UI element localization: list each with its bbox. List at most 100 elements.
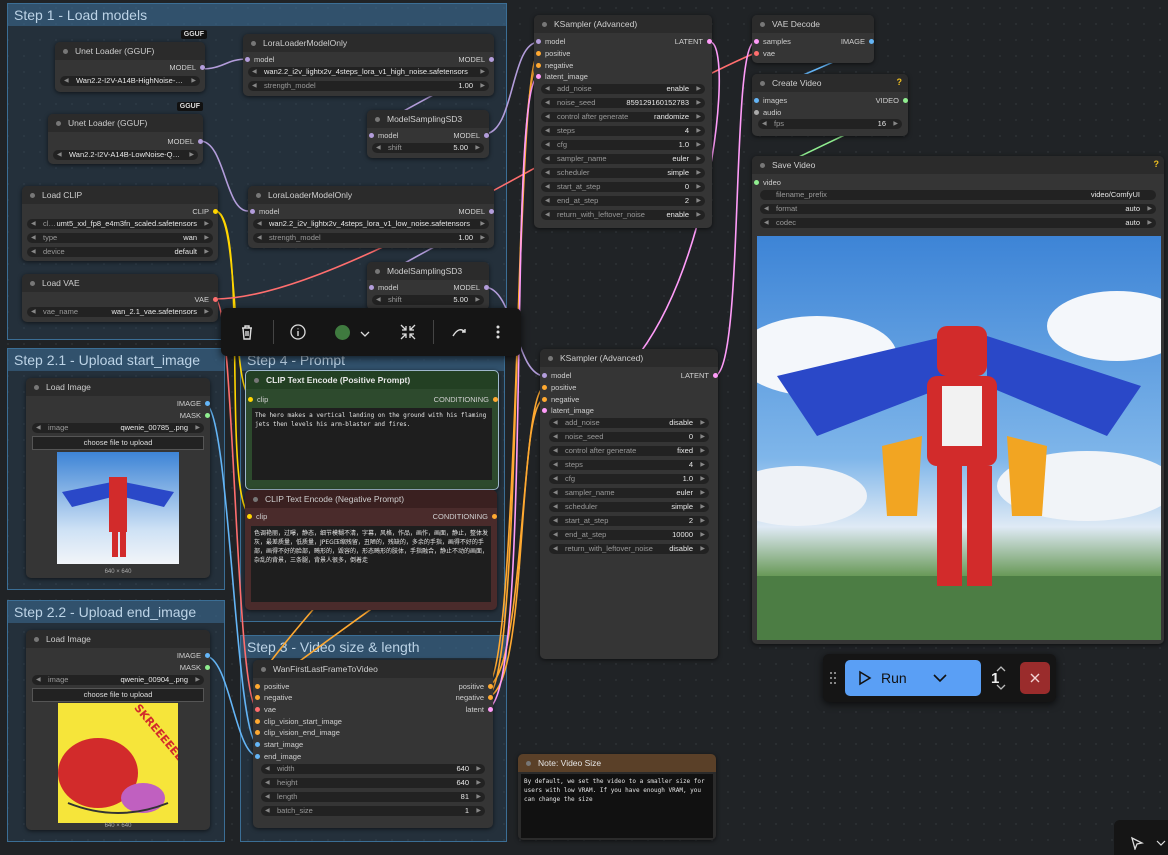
model-input[interactable]: model bbox=[367, 130, 398, 141]
model-input[interactable]: model bbox=[243, 54, 274, 65]
canvas-mode-button[interactable] bbox=[1114, 820, 1168, 855]
unet-name-widget[interactable]: ◀ Wan2.2-I2V-A14B-LowNoise-Q… ▶ bbox=[53, 150, 198, 160]
audio-input[interactable]: audio bbox=[752, 107, 781, 118]
images-input[interactable]: images bbox=[752, 95, 787, 106]
vae-output[interactable]: VAE bbox=[195, 294, 218, 305]
load-image-end-node[interactable]: Load Image IMAGE MASK ◀ image qwenie_00904… bbox=[26, 630, 210, 830]
unet-loader-low-node[interactable]: GGUF Unet Loader (GGUF) MODEL ◀ Wan2.2-I2… bbox=[48, 102, 203, 164]
format-widget[interactable]: ◀ format auto ▶ bbox=[760, 204, 1156, 214]
clip-vision-start-input[interactable]: clip_vision_start_image bbox=[253, 716, 342, 727]
positive-prompt-node[interactable]: CLIP Text Encode (Positive Prompt) clip … bbox=[245, 370, 499, 490]
negative-prompt-node[interactable]: CLIP Text Encode (Negative Prompt) clip … bbox=[245, 490, 497, 610]
note-video-size-node[interactable]: Note: Video Size By default, we set the … bbox=[518, 754, 716, 840]
latent-output[interactable]: LATENT bbox=[681, 370, 718, 381]
model-input[interactable]: model bbox=[248, 206, 279, 217]
strength-widget[interactable]: ◀ strength_model 1.00 ▶ bbox=[253, 233, 489, 243]
strength-widget[interactable]: ◀ strength_model 1.00 ▶ bbox=[248, 81, 489, 91]
filename-prefix-widget[interactable]: filename_prefix video/ComfyUI bbox=[760, 190, 1156, 200]
batch-size-widget[interactable]: ◀ batch_size 1 ▶ bbox=[261, 806, 485, 816]
negative-input[interactable]: negative bbox=[253, 692, 292, 703]
run-button[interactable]: Run bbox=[845, 660, 981, 696]
shift-widget[interactable]: ◀ shift 5.00 ▶ bbox=[372, 295, 484, 305]
ksampler-advanced-high-node[interactable]: KSampler (Advanced) model positive negat… bbox=[534, 15, 712, 228]
start-at-step-widget[interactable]: ◀ start_at_step 0 ▶ bbox=[541, 182, 705, 192]
height-widget[interactable]: ◀ height 640 ▶ bbox=[261, 778, 485, 788]
start-at-step-widget[interactable]: ◀ start_at_step 2 ▶ bbox=[549, 516, 709, 526]
batch-count-stepper[interactable] bbox=[989, 660, 1009, 696]
wan-first-last-frame-node[interactable]: WanFirstLastFrameToVideo positive negati… bbox=[253, 660, 493, 828]
positive-prompt-textarea[interactable]: The hero makes a vertical landing on the… bbox=[252, 408, 492, 480]
unet-loader-high-node[interactable]: GGUF Unet Loader (GGUF) MODEL ◀ Wan2.2-I2… bbox=[55, 30, 207, 92]
positive-output[interactable]: positive bbox=[459, 681, 493, 692]
vae-decode-node[interactable]: VAE Decode samples vae IMAGE bbox=[752, 15, 874, 63]
width-widget[interactable]: ◀ width 640 ▶ bbox=[261, 764, 485, 774]
lora-high-node[interactable]: LoraLoaderModelOnly model MODEL ◀ wan2.2_… bbox=[243, 34, 494, 96]
cfg-widget[interactable]: ◀ cfg 1.0 ▶ bbox=[541, 140, 705, 150]
lora-low-node[interactable]: LoraLoaderModelOnly model MODEL ◀ wan2.2_… bbox=[248, 186, 494, 248]
latent-output[interactable]: latent bbox=[466, 704, 493, 715]
load-clip-node[interactable]: Load CLIP CLIP ◀ cl… umt5_xxl_fp8_e4m3fn_s… bbox=[22, 186, 218, 261]
clip-type-widget[interactable]: ◀ type wan ▶ bbox=[27, 233, 213, 243]
run-mode-dropdown[interactable] bbox=[929, 668, 951, 688]
clip-device-widget[interactable]: ◀ device default ▶ bbox=[27, 247, 213, 257]
image-select-widget[interactable]: ◀ image qwenie_00904_.png ▶ bbox=[32, 675, 204, 685]
codec-widget[interactable]: ◀ codec auto ▶ bbox=[760, 218, 1156, 228]
fps-widget[interactable]: ◀ fps 16 ▶ bbox=[758, 119, 902, 129]
model-input[interactable]: model bbox=[540, 370, 571, 381]
upload-button[interactable]: choose file to upload bbox=[32, 436, 204, 450]
clip-input[interactable]: clip bbox=[246, 394, 268, 405]
color-picker-button[interactable] bbox=[335, 323, 375, 343]
shift-widget[interactable]: ◀ shift 5.00 ▶ bbox=[372, 143, 484, 153]
end-image-input[interactable]: end_image bbox=[253, 751, 301, 762]
ksampler-advanced-low-node[interactable]: KSampler (Advanced) model positive negat… bbox=[540, 349, 718, 659]
negative-input[interactable]: negative bbox=[534, 60, 573, 71]
model-output[interactable]: MODEL bbox=[453, 282, 489, 293]
mask-output[interactable]: MASK bbox=[180, 410, 210, 421]
image-output[interactable]: IMAGE bbox=[841, 36, 874, 47]
more-options-button[interactable] bbox=[491, 322, 505, 342]
negative-output[interactable]: negative bbox=[456, 692, 493, 703]
positive-input[interactable]: positive bbox=[540, 382, 576, 393]
model-sampling-high-node[interactable]: ModelSamplingSD3 model MODEL ◀ shift 5.00 ▶ bbox=[367, 110, 489, 158]
drag-handle-icon[interactable] bbox=[829, 670, 837, 686]
model-input[interactable]: model bbox=[367, 282, 398, 293]
negative-prompt-textarea[interactable]: 色调艳丽，过曝，静态，细节模糊不清，字幕，风格，作品，画作，画面，静止，整体发灰… bbox=[251, 526, 491, 602]
add-noise-widget[interactable]: ◀ add_noise disable ▶ bbox=[549, 418, 709, 428]
samples-input[interactable]: samples bbox=[752, 36, 791, 47]
model-output[interactable]: MODEL bbox=[167, 136, 203, 147]
latent-image-input[interactable]: latent_image bbox=[534, 71, 588, 82]
model-output[interactable]: MODEL bbox=[458, 54, 494, 65]
info-button[interactable] bbox=[288, 322, 308, 342]
add-noise-widget[interactable]: ◀ add_noise enable ▶ bbox=[541, 84, 705, 94]
latent-image-input[interactable]: latent_image bbox=[540, 405, 594, 416]
mask-output[interactable]: MASK bbox=[180, 662, 210, 673]
conditioning-output[interactable]: CONDITIONING bbox=[433, 511, 497, 522]
steps-widget[interactable]: ◀ steps 4 ▶ bbox=[541, 126, 705, 136]
conditioning-output[interactable]: CONDITIONING bbox=[434, 394, 498, 405]
cfg-widget[interactable]: ◀ cfg 1.0 ▶ bbox=[549, 474, 709, 484]
clip-name-widget[interactable]: ◀ cl… umt5_xxl_fp8_e4m3fn_scaled.safetenso… bbox=[27, 219, 213, 229]
load-image-start-node[interactable]: Load Image IMAGE MASK ◀ image qwenie_00785… bbox=[26, 378, 210, 578]
create-video-node[interactable]: Create Video ? images audio VIDEO ◀ fps 16… bbox=[752, 74, 908, 136]
bypass-button[interactable] bbox=[449, 322, 469, 342]
noise-seed-widget[interactable]: ◀ noise_seed 859129160152783 ▶ bbox=[541, 98, 705, 108]
save-video-node[interactable]: Save Video ? video filename_prefix video/… bbox=[752, 156, 1164, 644]
upload-button[interactable]: choose file to upload bbox=[32, 688, 204, 702]
video-input[interactable]: video bbox=[752, 177, 781, 188]
vae-input[interactable]: vae bbox=[253, 704, 276, 715]
return-leftover-noise-widget[interactable]: ◀ return_with_leftover_noise enable ▶ bbox=[541, 210, 705, 220]
load-vae-node[interactable]: Load VAE VAE ◀ vae_name wan_2.1_vae.safete… bbox=[22, 274, 218, 322]
image-output[interactable]: IMAGE bbox=[177, 650, 210, 661]
noise-seed-widget[interactable]: ◀ noise_seed 0 ▶ bbox=[549, 432, 709, 442]
lora-name-widget[interactable]: ◀ wan2.2_i2v_lightx2v_4steps_lora_v1_high… bbox=[248, 67, 489, 77]
sampler-name-widget[interactable]: ◀ sampler_name euler ▶ bbox=[541, 154, 705, 164]
negative-input[interactable]: negative bbox=[540, 394, 579, 405]
model-output[interactable]: MODEL bbox=[453, 130, 489, 141]
cancel-run-button[interactable] bbox=[1020, 662, 1050, 694]
scheduler-widget[interactable]: ◀ scheduler simple ▶ bbox=[541, 168, 705, 178]
video-output[interactable]: VIDEO bbox=[876, 95, 908, 106]
image-output[interactable]: IMAGE bbox=[177, 398, 210, 409]
return-leftover-noise-widget[interactable]: ◀ return_with_leftover_noise disable ▶ bbox=[549, 544, 709, 554]
image-select-widget[interactable]: ◀ image qwenie_00785_.png ▶ bbox=[32, 423, 204, 433]
model-output[interactable]: MODEL bbox=[458, 206, 494, 217]
